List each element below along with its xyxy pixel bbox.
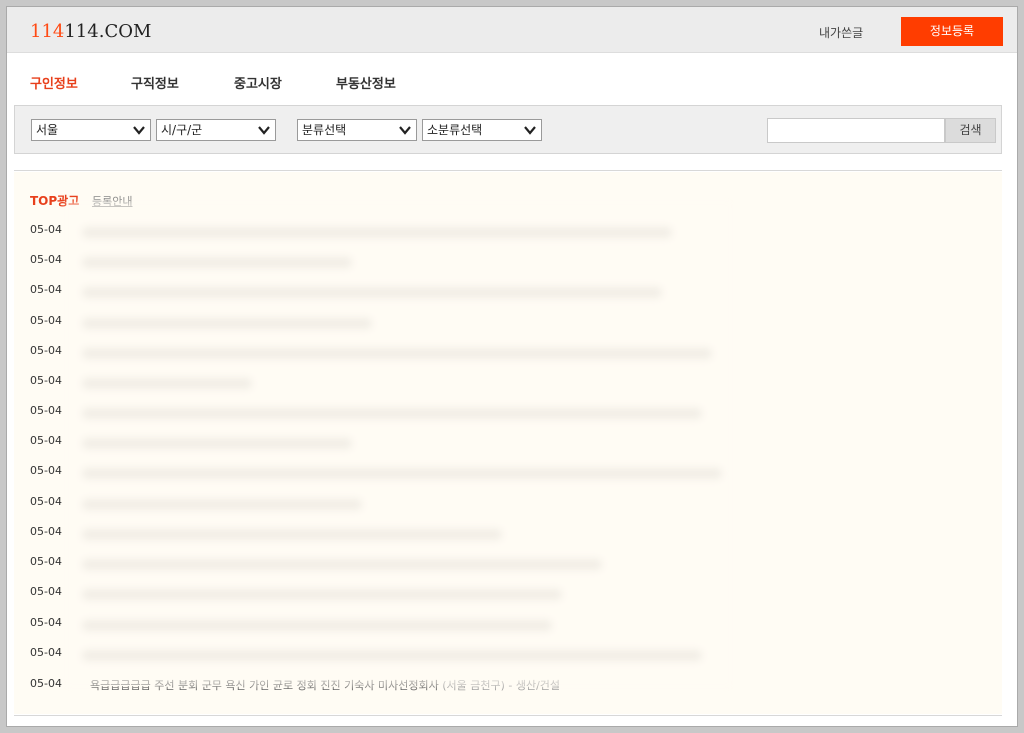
site-logo[interactable]: 114114.COM — [30, 21, 151, 42]
chevron-down-icon — [524, 126, 536, 135]
divider — [14, 170, 1002, 171]
logo-red-part: 114 — [30, 21, 65, 42]
chevron-down-icon — [399, 126, 411, 135]
nav-item-real-estate[interactable]: 부동산정보 — [336, 73, 396, 92]
region-select[interactable]: 서울 — [31, 119, 151, 141]
filter-bar: 서울 시/구/군 분류선택 소분류선택 검색 — [14, 105, 1002, 154]
subcategory-select[interactable]: 소분류선택 — [422, 119, 542, 141]
header: 114114.COM 내가쓴글 정보등록 — [7, 7, 1017, 53]
district-select[interactable]: 시/구/군 — [156, 119, 276, 141]
register-info-button[interactable]: 정보등록 — [901, 17, 1003, 46]
nav-item-job-seekers[interactable]: 구직정보 — [131, 73, 179, 92]
page-frame: 114114.COM 내가쓴글 정보등록 구인정보 구직정보 중고시장 부동산정… — [6, 6, 1018, 727]
search-input[interactable] — [767, 118, 945, 143]
chevron-down-icon — [258, 126, 270, 135]
search-button[interactable]: 검색 — [945, 118, 996, 143]
blur-overlay — [66, 202, 731, 687]
my-posts-link[interactable]: 내가쓴글 — [819, 24, 863, 41]
nav-item-used-market[interactable]: 중고시장 — [234, 73, 282, 92]
chevron-down-icon — [133, 126, 145, 135]
subcategory-select-value: 소분류선택 — [427, 123, 483, 137]
logo-text: 114.COM — [64, 21, 152, 42]
category-select[interactable]: 분류선택 — [297, 119, 417, 141]
main-nav: 구인정보 구직정보 중고시장 부동산정보 — [7, 53, 1017, 105]
category-select-value: 분류선택 — [302, 123, 347, 137]
job-list: TOP광고 등록안내 05-04 05-04 05-04 05-04 05-04… — [14, 172, 1002, 714]
divider — [14, 715, 1002, 716]
district-select-value: 시/구/군 — [161, 123, 203, 137]
region-select-value: 서울 — [36, 123, 59, 137]
nav-item-job-offers[interactable]: 구인정보 — [30, 73, 78, 92]
